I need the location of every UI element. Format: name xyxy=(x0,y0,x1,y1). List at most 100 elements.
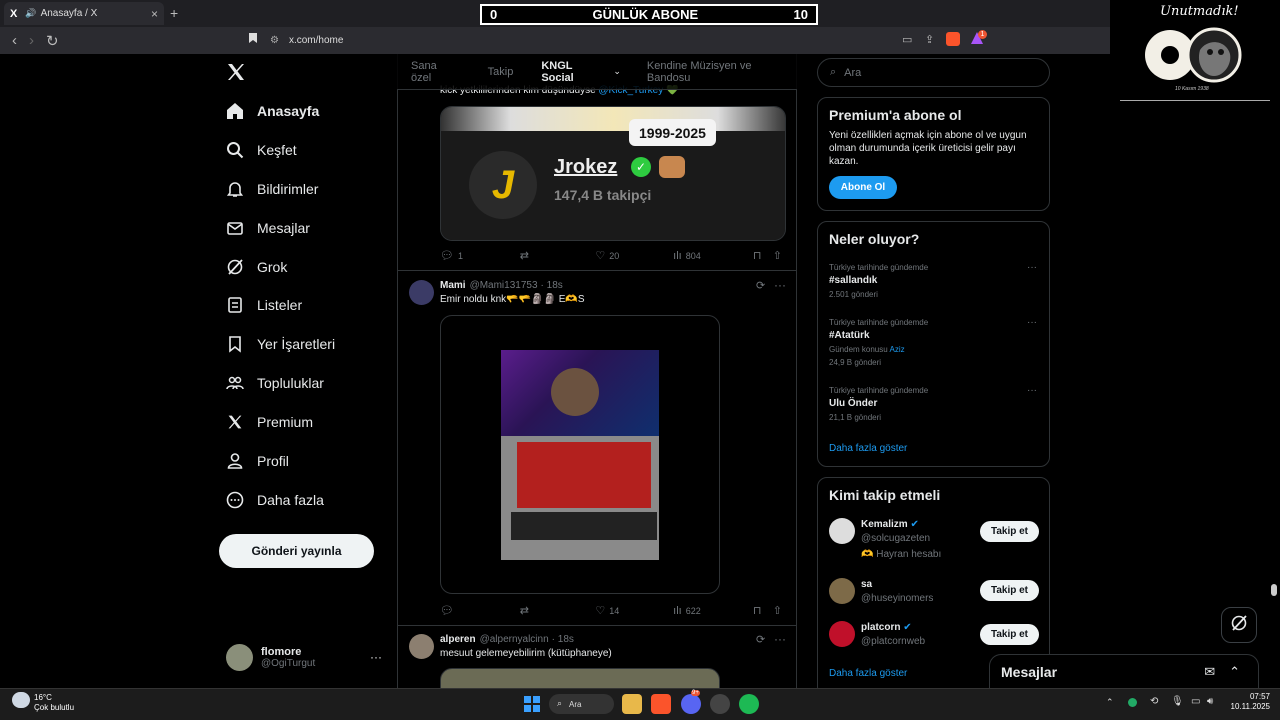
post-time[interactable]: · 18s xyxy=(552,634,574,645)
x-logo[interactable] xyxy=(226,62,246,87)
trend-more-icon[interactable]: ··· xyxy=(1027,262,1037,273)
brave-shield-icon[interactable] xyxy=(946,32,960,46)
avatar[interactable] xyxy=(829,621,855,647)
nav-more[interactable]: Daha fazla xyxy=(226,491,324,509)
show-more-trends-link[interactable]: Daha fazla göster xyxy=(829,443,907,454)
suggested-user[interactable]: Kemalizm ✔ @solcugazeten 🫶 Hayran hesabı xyxy=(861,519,941,560)
nav-messages[interactable]: Mesajlar xyxy=(226,219,310,237)
tab-for-you[interactable]: Sana özel xyxy=(411,60,460,84)
repost-button[interactable]: ⇄ xyxy=(520,604,596,617)
taskbar-search[interactable]: ⌕ Ara xyxy=(549,694,614,714)
new-tab-button[interactable]: + xyxy=(170,5,178,21)
post-more-icon[interactable]: ··· xyxy=(774,632,786,646)
trend-item[interactable]: Türkiye tarihinde gündemde Ulu Önder 21,… xyxy=(829,386,1039,422)
grok-analyze-icon[interactable]: ⟳ xyxy=(756,633,765,646)
nav-profile[interactable]: Profil xyxy=(226,452,289,470)
author-name[interactable]: alperen xyxy=(440,634,476,645)
weather-icon[interactable] xyxy=(12,692,30,708)
messages-drawer[interactable]: Mesajlar ✉ ⌃ xyxy=(989,654,1259,688)
cast-icon[interactable]: ▭ xyxy=(902,33,912,46)
post-media[interactable] xyxy=(440,668,720,688)
nav-explore[interactable]: Keşfet xyxy=(226,141,297,159)
bookmark-page-icon[interactable] xyxy=(248,32,258,47)
tray-app-icon[interactable] xyxy=(1128,698,1137,707)
repost-button[interactable]: ⇄ xyxy=(520,249,596,262)
show-more-users-link[interactable]: Daha fazla göster xyxy=(829,668,907,679)
share-button[interactable]: ⇧ xyxy=(773,604,786,617)
like-button[interactable]: ♡ 20 xyxy=(595,249,673,262)
spotify-icon[interactable] xyxy=(739,694,759,714)
discord-icon[interactable] xyxy=(681,694,701,714)
post-video[interactable] xyxy=(440,315,720,594)
follow-button[interactable]: Takip et xyxy=(980,521,1039,542)
avatar[interactable] xyxy=(409,634,434,659)
search-box[interactable]: ⌕ Ara xyxy=(817,58,1050,87)
avatar[interactable] xyxy=(409,280,434,305)
grok-analyze-icon[interactable]: ⟳ xyxy=(756,279,765,292)
views-button[interactable]: ılı 804 xyxy=(673,250,753,262)
start-icon[interactable] xyxy=(522,694,542,714)
nav-lists[interactable]: Listeler xyxy=(226,296,302,314)
suggested-user[interactable]: platcorn ✔ @platcornweb xyxy=(861,622,925,647)
nav-bookmarks[interactable]: Yer İşaretleri xyxy=(226,335,335,353)
site-settings-icon[interactable]: ⚙ xyxy=(270,35,279,46)
browser-tab[interactable]: X 🔊 Anasayfa / X × xyxy=(4,2,164,25)
volume-icon[interactable]: 🔊︎ xyxy=(1207,696,1213,707)
views-button[interactable]: ılı 622 xyxy=(673,605,753,617)
post-button[interactable]: Gönderi yayınla xyxy=(219,534,374,568)
suggested-user[interactable]: sa @huseyinomers xyxy=(861,579,933,604)
share-button[interactable]: ⇧ xyxy=(773,249,786,262)
follow-button[interactable]: Takip et xyxy=(980,580,1039,601)
avatar[interactable] xyxy=(829,518,855,544)
author-handle[interactable]: @alpernyalcinn xyxy=(480,634,549,645)
reply-button[interactable]: 💬︎ xyxy=(440,604,520,617)
nav-communities[interactable]: Topluluklar xyxy=(226,374,324,392)
tab-musicians[interactable]: Kendine Müzisyen ve Bandosu xyxy=(647,60,797,84)
nav-grok[interactable]: Grok xyxy=(226,258,287,276)
account-switcher[interactable]: flomore @OgiTurgut xyxy=(226,644,315,671)
back-icon[interactable]: ‹ xyxy=(12,32,17,49)
subscribe-button[interactable]: Abone Ol xyxy=(829,176,897,199)
weather-widget[interactable]: 16°C Çok bulutlu xyxy=(34,693,74,713)
author-handle[interactable]: @Mami131753 xyxy=(470,280,538,291)
address-bar[interactable]: ⚙ x.com/home xyxy=(270,31,990,50)
post-media-card[interactable]: J Jrokez ✓ 147,4 B takipçi 1999-2025 xyxy=(440,106,786,241)
trend-item[interactable]: Türkiye tarihinde gündemde #sallandık 2.… xyxy=(829,263,1039,299)
reply-button[interactable]: 💬︎ 1 xyxy=(440,249,520,262)
file-explorer-icon[interactable] xyxy=(622,694,642,714)
avatar[interactable] xyxy=(829,578,855,604)
share-icon[interactable]: ⇪ xyxy=(925,33,934,46)
brave-icon[interactable] xyxy=(651,694,671,714)
bookmark-button[interactable]: ⊓ xyxy=(753,249,773,262)
reload-icon[interactable]: ↻ xyxy=(46,32,59,50)
grok-floating-button[interactable] xyxy=(1221,607,1257,643)
page-scrollbar-thumb[interactable] xyxy=(1271,584,1277,596)
author-name[interactable]: Mami xyxy=(440,280,466,291)
speaker-icon[interactable]: 🔊 xyxy=(25,8,36,19)
trend-item[interactable]: Türkiye tarihinde gündemde #Atatürk Günd… xyxy=(829,318,1039,367)
network-icon[interactable]: ▭ xyxy=(1191,696,1200,707)
nav-notifications[interactable]: Bildirimler xyxy=(226,180,318,198)
expand-icon[interactable]: ⌃ xyxy=(1229,664,1240,680)
nav-premium[interactable]: Premium xyxy=(226,413,313,431)
new-message-icon[interactable]: ✉ xyxy=(1204,664,1215,680)
account-more-icon[interactable]: ··· xyxy=(370,650,382,664)
post-time[interactable]: · 18s xyxy=(541,280,563,291)
nav-home[interactable]: Anasayfa xyxy=(226,102,319,120)
steam-icon[interactable] xyxy=(710,694,730,714)
forward-icon[interactable]: › xyxy=(29,32,34,49)
post-more-icon[interactable]: ··· xyxy=(774,278,786,292)
trend-topic-link[interactable]: Aziz xyxy=(889,345,904,354)
tab-kngl-social[interactable]: KNGL Social xyxy=(541,60,607,84)
tray-sync-icon[interactable]: ⟲ xyxy=(1150,696,1158,707)
follow-button[interactable]: Takip et xyxy=(980,624,1039,645)
like-button[interactable]: ♡ 14 xyxy=(595,604,673,617)
clock[interactable]: 07:57 10.11.2025 xyxy=(1226,692,1270,712)
trend-more-icon[interactable]: ··· xyxy=(1027,317,1037,328)
microphone-icon[interactable]: 🎙︎ xyxy=(1171,696,1184,707)
tray-overflow-icon[interactable]: ⌃ xyxy=(1106,697,1114,708)
trend-more-icon[interactable]: ··· xyxy=(1027,385,1037,396)
bookmark-button[interactable]: ⊓ xyxy=(753,604,773,617)
tab-following[interactable]: Takip xyxy=(488,66,514,78)
chevron-down-icon[interactable]: ⌄ xyxy=(613,66,621,77)
